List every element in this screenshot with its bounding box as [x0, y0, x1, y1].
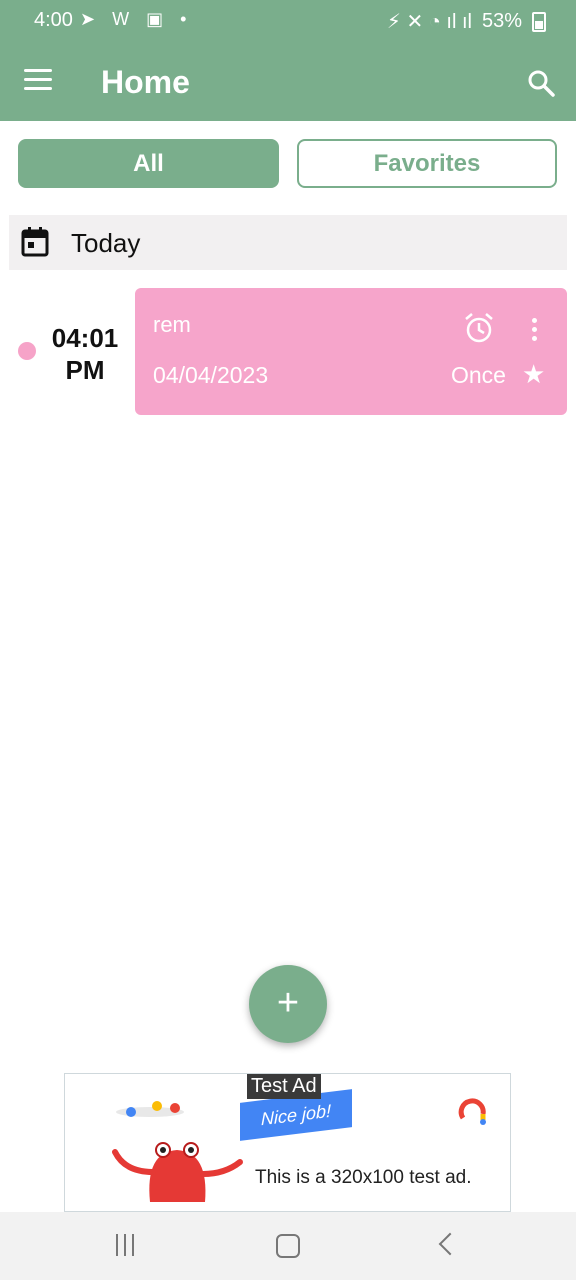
- battery-icon: [532, 11, 546, 32]
- add-reminder-button[interactable]: +: [249, 965, 327, 1043]
- reminder-repeat: Once: [451, 362, 506, 388]
- filter-favorites-button[interactable]: Favorites: [297, 139, 557, 188]
- home-icon[interactable]: [276, 1234, 300, 1258]
- monster-illustration: [112, 1101, 243, 1202]
- reminder-time: 04:01 PM: [50, 322, 120, 386]
- calendar-icon: [21, 227, 49, 257]
- reminder-time-ampm: PM: [65, 355, 105, 385]
- add-icon: +: [276, 982, 300, 1024]
- recent-apps-icon[interactable]: [116, 1234, 140, 1256]
- system-nav-bar: [0, 1212, 576, 1280]
- page-title: Home: [101, 64, 190, 100]
- hamburger-icon[interactable]: [24, 69, 52, 91]
- battery-percent: 53%: [481, 10, 522, 32]
- reminder-title: rem: [153, 312, 191, 337]
- status-bar: 4:00 ➤ W ▣ • ⚡ ✕ ◔ ıl ıl 53%: [0, 0, 576, 44]
- reminder-color-dot: [18, 342, 36, 360]
- more-vert-icon[interactable]: [528, 318, 540, 342]
- signal-icons: ⚡ ✕ ◔ ıl ıl: [386, 11, 472, 33]
- status-right: ⚡ ✕ ◔ ıl ıl 53%: [387, 9, 546, 34]
- reminder-date: 04/04/2023: [153, 362, 269, 388]
- notification-icons: ➤ W ▣ •: [80, 9, 193, 29]
- section-header-today: Today: [9, 215, 567, 270]
- reminder-time-value: 04:01: [51, 323, 119, 353]
- ad-badge: Test Ad: [247, 1074, 321, 1099]
- ads-logo-icon: [458, 1098, 486, 1125]
- filter-all-button[interactable]: All: [18, 139, 279, 188]
- ad-body-text: This is a 320x100 test ad.: [255, 1167, 472, 1188]
- alarm-icon[interactable]: [463, 312, 495, 344]
- section-label: Today: [71, 228, 141, 258]
- search-icon[interactable]: [526, 68, 556, 98]
- app-bar: Home: [0, 44, 576, 121]
- reminder-card[interactable]: rem 04/04/2023 Once ★: [135, 288, 567, 415]
- star-icon[interactable]: ★: [522, 360, 545, 388]
- status-time: 4:00: [34, 9, 73, 31]
- back-icon[interactable]: [438, 1232, 462, 1256]
